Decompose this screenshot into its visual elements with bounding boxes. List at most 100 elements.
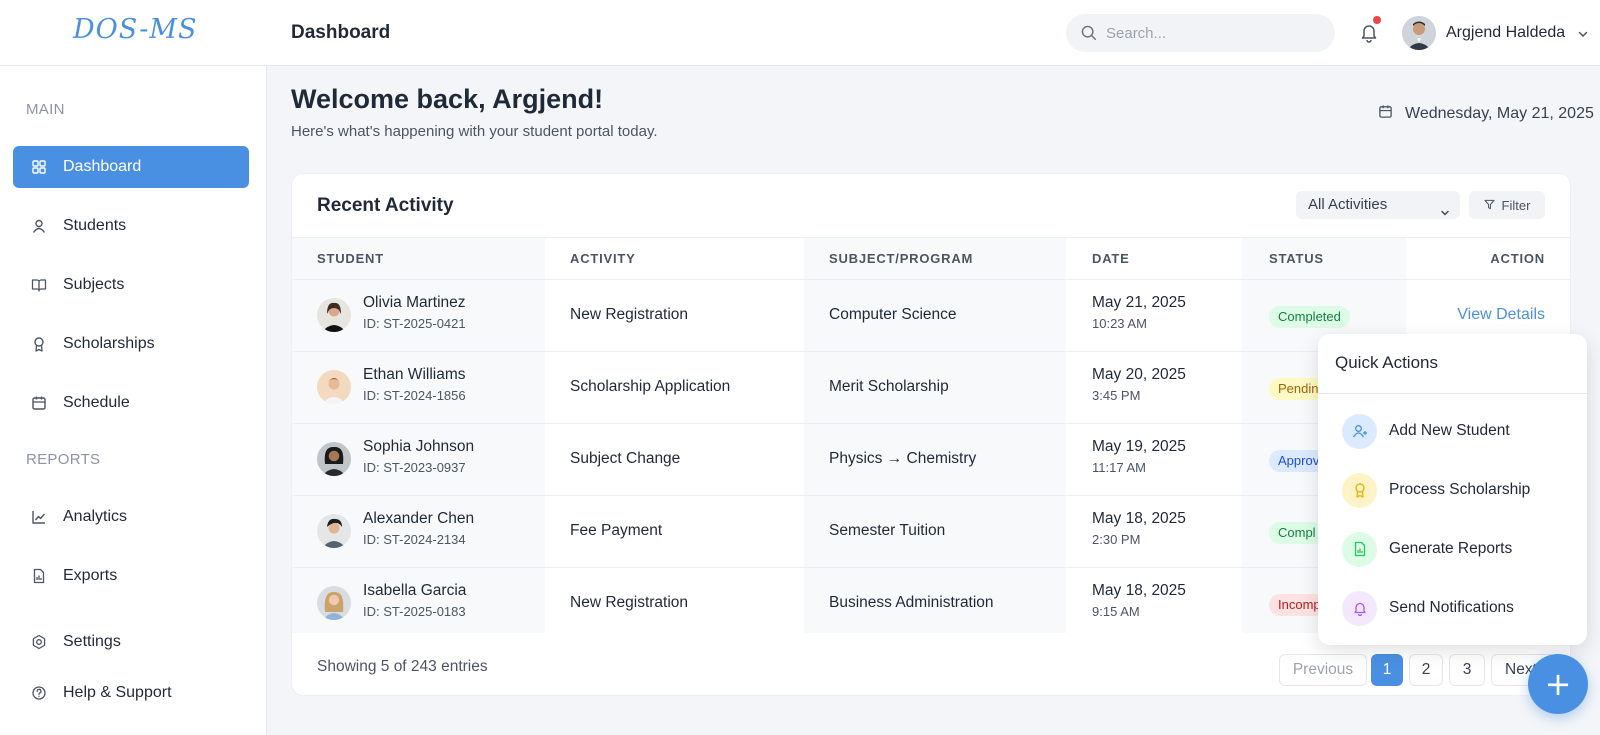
quick-action-label: Send Notifications [1389,599,1514,616]
sidebar-item-scholarships[interactable]: Scholarships [13,323,249,365]
process-scholarship-action[interactable]: Process Scholarship [1342,472,1572,508]
sidebar-item-dashboard[interactable]: Dashboard [13,146,249,188]
bell-icon [1358,25,1380,48]
send-notifications-action[interactable]: Send Notifications [1342,590,1572,626]
page-1-button[interactable]: 1 [1371,654,1403,686]
add-new-student-action[interactable]: Add New Student [1342,413,1572,449]
quick-action-label: Process Scholarship [1389,481,1531,498]
gear-icon [31,634,47,650]
sidebar-item-settings[interactable]: Settings [13,621,249,663]
column-header-date[interactable]: DATE [1092,251,1130,266]
sidebar-item-analytics[interactable]: Analytics [13,496,249,538]
add-fab-button[interactable]: + [1528,654,1588,714]
user-icon [31,218,47,234]
activity-time: 11:17 AM [1092,460,1146,475]
student-avatar [317,514,351,548]
page-3-button[interactable]: 3 [1449,654,1485,686]
activity-type: Scholarship Application [570,378,731,395]
activity-type: Subject Change [570,450,681,467]
student-id: ID: ST-2025-0183 [363,604,466,619]
award-icon [1342,472,1377,508]
sidebar-section-reports: REPORTS [26,451,101,468]
student-name: Olivia Martinez [363,294,466,311]
column-header-activity[interactable]: ACTIVITY [570,251,636,266]
sidebar-item-students[interactable]: Students [13,205,249,247]
page-2-button[interactable]: 2 [1409,654,1443,686]
student-avatar [317,298,351,332]
sidebar-item-label: Exports [63,567,118,584]
card-title: Recent Activity [317,195,454,216]
divider [1318,393,1587,394]
activity-type: New Registration [570,306,689,323]
status-badge: Completed [1269,306,1350,328]
student-avatar [317,442,351,476]
sidebar-item-label: Subjects [63,276,125,293]
app-logo[interactable]: DOS-MS [73,14,198,45]
user-menu[interactable]: Argjend Haldeda [1402,15,1589,51]
previous-page-button[interactable]: Previous [1279,654,1367,686]
activity-date: May 18, 2025 [1092,510,1186,527]
column-header-action[interactable]: ACTION [1490,251,1545,266]
subject-program: Computer Science [829,306,957,323]
student-id: ID: ST-2024-2134 [363,532,466,547]
sidebar-item-exports[interactable]: Exports [13,555,249,597]
bell-icon [1342,590,1377,626]
activity-date: May 20, 2025 [1092,366,1186,383]
quick-actions-panel: Quick Actions Add New Student Process Sc… [1318,334,1587,645]
notification-dot [1373,16,1381,24]
activity-time: 2:30 PM [1092,532,1141,547]
sidebar-item-label: Settings [63,633,121,650]
calendar-icon [31,395,47,411]
sidebar-section-main: MAIN [26,101,65,118]
student-avatar [317,586,351,620]
quick-action-label: Generate Reports [1389,540,1513,557]
activity-time: 3:45 PM [1092,388,1141,403]
chevron-down-icon [1440,200,1450,216]
student-name: Ethan Williams [363,366,466,383]
date-text: Wednesday, May 21, 2025 [1405,105,1594,122]
entries-count: Showing 5 of 243 entries [317,658,488,675]
sidebar-item-label: Scholarships [63,335,155,352]
search-input[interactable] [1106,14,1326,52]
table-header: STUDENT ACTIVITY SUBJECT/PROGRAM DATE ST… [292,237,1570,279]
activity-time: 9:15 AM [1092,604,1140,619]
file-icon [31,568,47,584]
activity-date: May 18, 2025 [1092,582,1186,599]
current-date: Wednesday, May 21, 2025 [1378,104,1594,124]
welcome-subtitle: Here's what's happening with your studen… [291,123,658,140]
quick-actions-title: Quick Actions [1335,353,1438,372]
activity-date: May 21, 2025 [1092,294,1186,311]
column-header-student[interactable]: STUDENT [317,251,384,266]
activity-type-select[interactable]: All Activities [1296,191,1460,219]
column-header-subject[interactable]: SUBJECT/PROGRAM [829,251,973,266]
status-badge: Compl [1269,522,1325,544]
calendar-icon [1378,104,1405,124]
page-title: Dashboard [291,22,391,43]
sidebar-item-label: Students [63,217,127,234]
column-header-status[interactable]: STATUS [1269,251,1324,266]
activity-type: Fee Payment [570,522,663,539]
student-id: ID: ST-2023-0937 [363,460,466,475]
sidebar-item-schedule[interactable]: Schedule [13,382,249,424]
book-icon [31,277,47,293]
student-name: Isabella Garcia [363,582,467,599]
sidebar-item-label: Help & Support [63,684,172,701]
subject-program: Physics → Chemistry [829,450,977,467]
search-icon [1080,24,1098,42]
select-value: All Activities [1308,196,1388,213]
sidebar-item-label: Analytics [63,508,128,525]
filter-label: Filter [1501,197,1531,213]
user-name: Argjend Haldeda [1446,24,1566,41]
search-box[interactable] [1066,14,1335,52]
help-icon [31,685,47,701]
filter-button[interactable]: Filter [1469,191,1545,219]
notifications-button[interactable] [1358,16,1381,44]
generate-reports-action[interactable]: Generate Reports [1342,531,1572,567]
quick-action-label: Add New Student [1389,422,1510,439]
sidebar-item-subjects[interactable]: Subjects [13,264,249,306]
user-avatar [1402,16,1436,50]
subject-program: Semester Tuition [829,522,946,539]
student-name: Alexander Chen [363,510,475,527]
sidebar-item-help[interactable]: Help & Support [13,672,249,714]
view-details-link[interactable]: View Details [1457,306,1545,324]
